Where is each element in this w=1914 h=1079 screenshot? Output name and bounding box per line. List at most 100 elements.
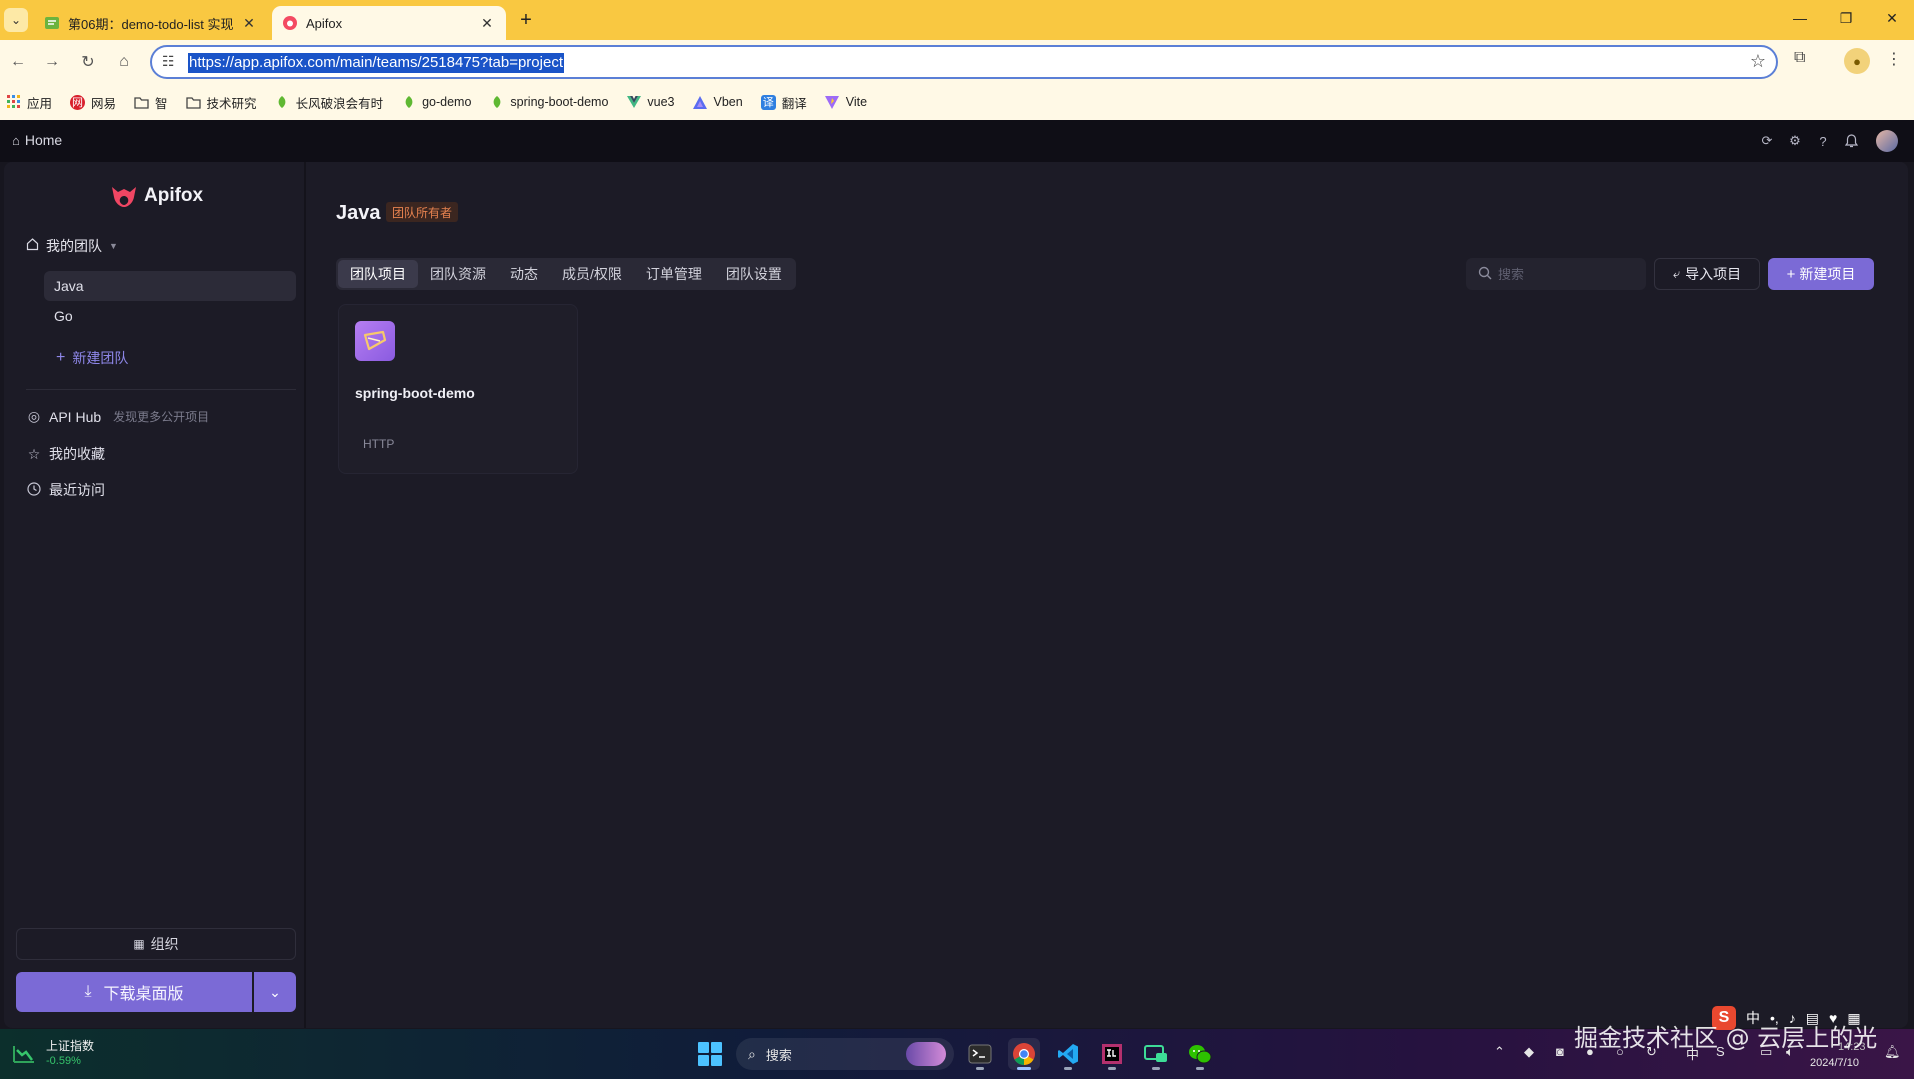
bell-icon[interactable]	[1842, 132, 1860, 150]
close-tab-icon[interactable]: ✕	[240, 14, 258, 32]
sidebar-item-recent[interactable]: 最近访问	[26, 480, 105, 500]
running-indicator	[1064, 1067, 1072, 1070]
folder-icon	[134, 95, 149, 110]
sidebar-item-api-hub[interactable]: ◎ API Hub 发现更多公开项目	[26, 408, 209, 425]
bookmark-vben[interactable]: Vben	[693, 95, 743, 110]
chevron-down-icon: ▼	[109, 241, 118, 251]
bookmark-folder-zhi[interactable]: 智	[134, 93, 168, 112]
sidebar: Apifox 我的团队 ▼ Java Go + 新建团队 ◎ API Hub 发…	[4, 162, 304, 1028]
tab-title: 第06期：demo-todo-list 实现	[68, 16, 234, 32]
sync-icon[interactable]: ⟳	[1758, 132, 1776, 150]
search-input[interactable]	[1498, 266, 1628, 282]
restore-icon[interactable]: ❐	[1836, 10, 1856, 27]
profile-avatar[interactable]: ●	[1844, 48, 1870, 74]
bookmark-apps[interactable]: 应用	[6, 93, 52, 112]
bookmark-netease[interactable]: 网 网易	[70, 93, 116, 112]
download-options-dropdown[interactable]: ⌄	[254, 972, 296, 1012]
clock-date[interactable]: 2024/7/10	[1810, 1057, 1859, 1069]
bookmark-translate[interactable]: 译 翻译	[760, 93, 807, 112]
bookmark-vite[interactable]: Vite	[825, 95, 867, 110]
url-text[interactable]: https://app.apifox.com/main/teams/251847…	[188, 53, 564, 73]
gear-icon[interactable]: ⚙	[1786, 132, 1804, 150]
my-teams-menu[interactable]: 我的团队 ▼	[26, 236, 118, 256]
stock-change: -0.59%	[46, 1055, 81, 1067]
tab-team-projects[interactable]: 团队项目	[338, 260, 418, 288]
terminal-app-icon[interactable]	[964, 1038, 996, 1070]
tab-orders[interactable]: 订单管理	[634, 260, 714, 288]
windows-start-button[interactable]	[698, 1042, 722, 1066]
download-icon: ⤓	[84, 983, 92, 1000]
reload-icon[interactable]: ↻	[76, 50, 100, 74]
new-tab-button[interactable]: +	[515, 9, 537, 31]
bookmark-label: vue3	[647, 95, 675, 109]
vite-icon	[825, 95, 840, 110]
taskbar-search[interactable]: ⌕ 搜索	[736, 1038, 954, 1070]
home-label: Home	[24, 132, 63, 148]
leaf-icon	[275, 95, 290, 110]
bookmark-label: 网易	[91, 96, 117, 111]
team-label: Go	[54, 308, 73, 324]
wechat-app-icon[interactable]	[1184, 1038, 1216, 1070]
sidebar-team-java[interactable]: Java	[44, 271, 296, 301]
close-tab-icon[interactable]: ✕	[478, 14, 496, 32]
browser-tab-apifox[interactable]: Apifox ✕	[272, 6, 506, 40]
my-teams-label: 我的团队	[46, 238, 102, 254]
new-project-button[interactable]: + 新建项目	[1768, 258, 1874, 290]
chrome-app-icon[interactable]	[1008, 1038, 1040, 1070]
more-menu-icon[interactable]: ⋮	[1886, 49, 1902, 69]
new-team-button[interactable]: + 新建团队	[56, 348, 128, 368]
sidebar-item-sublabel: 发现更多公开项目	[113, 410, 210, 424]
project-search[interactable]	[1466, 258, 1646, 290]
vben-icon	[693, 95, 708, 110]
notification-bell-icon[interactable]: 🔔︎	[1884, 1044, 1901, 1060]
tab-activity[interactable]: 动态	[498, 260, 550, 288]
bookmark-changfeng[interactable]: 长风破浪会有时	[275, 93, 384, 112]
vscode-app-icon[interactable]	[1052, 1038, 1084, 1070]
bookmark-vue3[interactable]: vue3	[626, 95, 675, 110]
team-bell-icon	[26, 238, 39, 254]
sidebar-team-go[interactable]: Go	[44, 301, 296, 331]
tray-game-icon[interactable]: ◙	[1556, 1044, 1564, 1059]
bookmark-go-demo[interactable]: go-demo	[401, 95, 471, 110]
home-icon[interactable]: ⌂	[112, 50, 136, 74]
bookmark-label: 翻译	[781, 96, 807, 111]
organization-button[interactable]: ▦ 组织	[16, 928, 296, 960]
forward-icon[interactable]: →	[40, 50, 64, 74]
stock-widget[interactable]: 上证指数 -0.59%	[12, 1039, 94, 1068]
close-window-icon[interactable]: ✕	[1882, 10, 1902, 27]
tray-overflow-icon[interactable]: ⌃	[1494, 1044, 1505, 1060]
tray-app-icon[interactable]: ◆	[1524, 1044, 1534, 1060]
tab-search-button[interactable]: ⌄	[4, 8, 28, 32]
chevron-down-icon: ⌄	[269, 983, 281, 1000]
download-desktop-button[interactable]: ⤓ 下载桌面版	[16, 972, 252, 1012]
tab-team-resources[interactable]: 团队资源	[418, 260, 498, 288]
minimize-icon[interactable]: —	[1790, 10, 1810, 26]
remote-desktop-app-icon[interactable]	[1140, 1038, 1172, 1070]
bookmark-label: 长风破浪会有时	[295, 96, 384, 111]
extensions-icon[interactable]: ⧉	[1794, 49, 1805, 67]
help-icon[interactable]: ?	[1814, 132, 1832, 150]
project-card[interactable]: spring-boot-demo HTTP	[338, 304, 578, 474]
browser-tab-todo[interactable]: 第06期：demo-todo-list 实现 ✕	[34, 6, 268, 40]
tab-team-settings[interactable]: 团队设置	[714, 260, 794, 288]
site-info-icon[interactable]: ☷	[162, 53, 175, 70]
owner-badge: 团队所有者	[386, 202, 459, 222]
home-link[interactable]: ⌂ Home	[12, 132, 62, 148]
bookmark-label: Vben	[713, 95, 743, 109]
user-avatar[interactable]	[1876, 130, 1898, 152]
task-note-icon	[44, 15, 60, 31]
bookmark-label: Vite	[845, 95, 868, 109]
bookmark-folder-tech[interactable]: 技术研究	[185, 93, 257, 112]
sidebar-item-favorites[interactable]: ☆ 我的收藏	[26, 444, 105, 464]
bookmark-label: 应用	[27, 96, 53, 111]
tab-members-permissions[interactable]: 成员/权限	[550, 260, 634, 288]
import-project-button[interactable]: ⤶ 导入项目	[1654, 258, 1760, 290]
bookmark-star-icon[interactable]: ☆	[1750, 51, 1766, 72]
bookmark-spring-boot-demo[interactable]: spring-boot-demo	[489, 95, 608, 110]
back-icon[interactable]: ←	[6, 50, 30, 74]
intellij-app-icon[interactable]	[1096, 1038, 1128, 1070]
address-bar[interactable]: ☷ https://app.apifox.com/main/teams/2518…	[150, 45, 1778, 79]
brand-name: Apifox	[144, 185, 204, 206]
project-name: spring-boot-demo	[355, 385, 475, 401]
watermark: 掘金技术社区 @ 云层上的光	[1574, 1024, 1878, 1052]
